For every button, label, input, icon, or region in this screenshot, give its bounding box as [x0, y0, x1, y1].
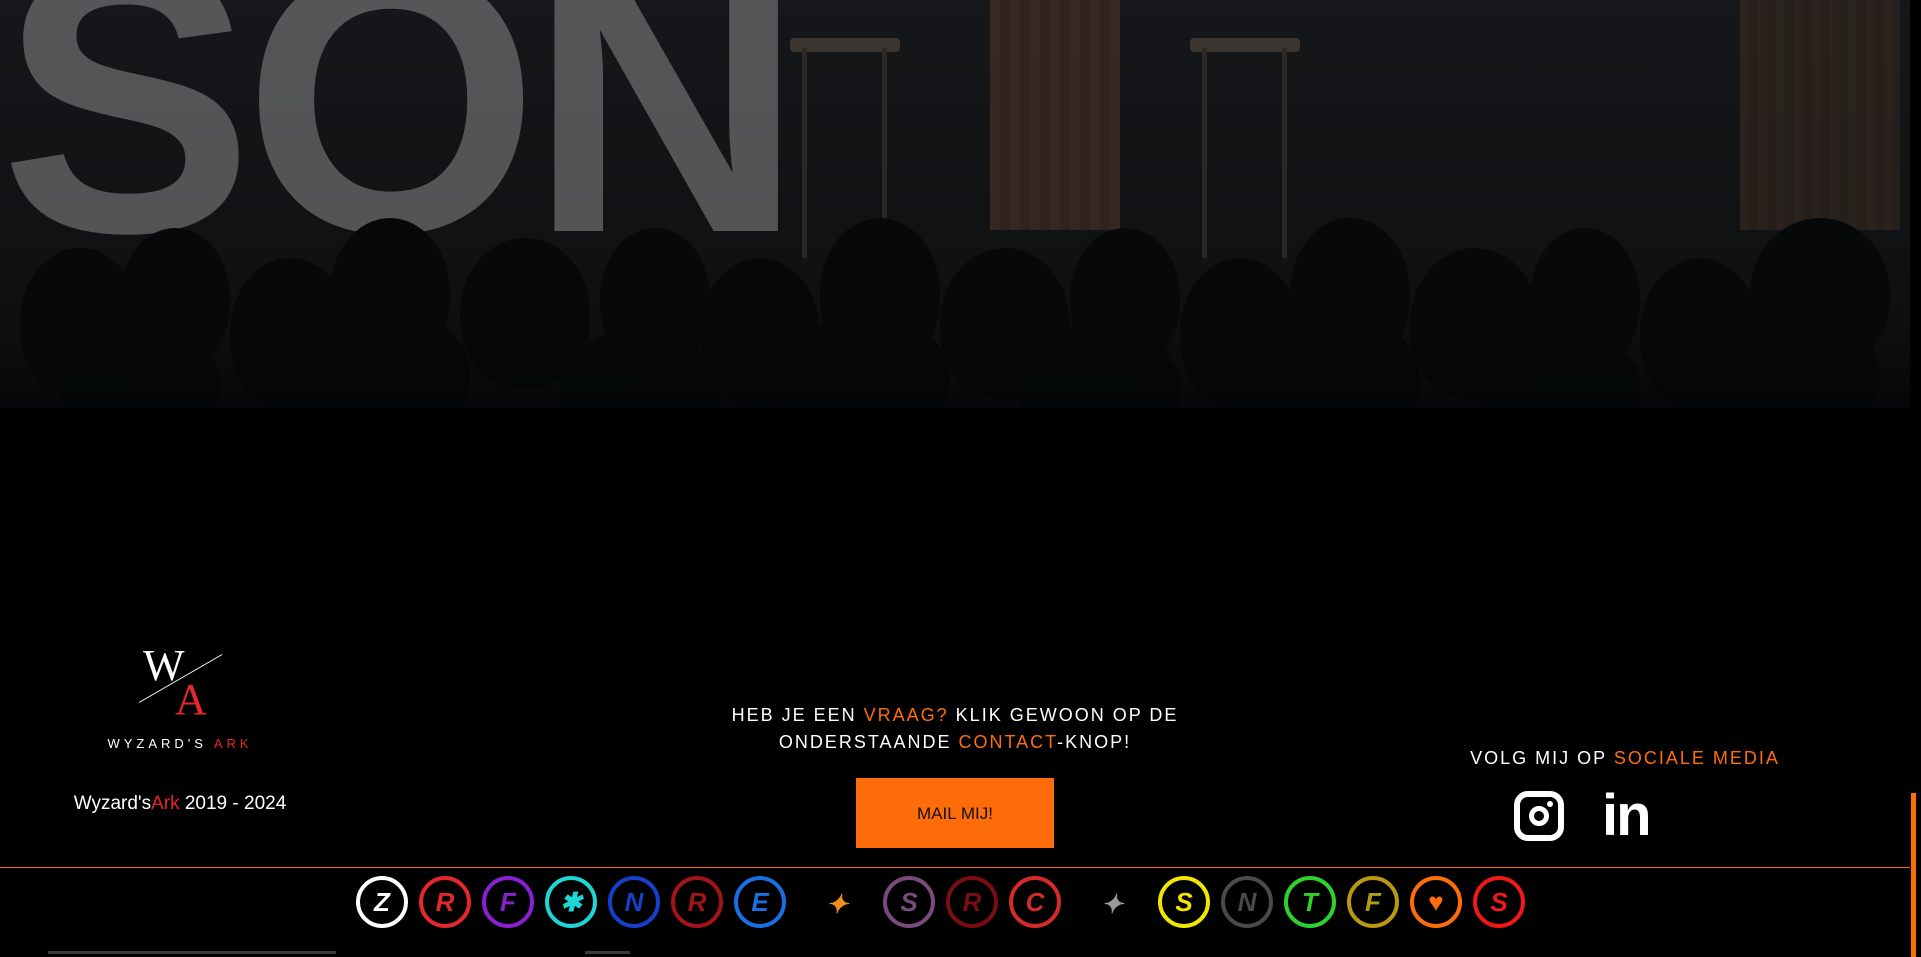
social-title-accent: SOCIALE MEDIA [1613, 748, 1780, 768]
logo-wordmark-white: WYZARD'S [107, 736, 207, 751]
green-badge-icon[interactable]: T [1284, 876, 1336, 928]
footer-divider [0, 867, 1910, 868]
logo-wordmark: WYZARD'S ARK [60, 736, 300, 751]
purple-s-badge-icon[interactable]: S [883, 876, 935, 928]
footer-brand: W A WYZARD'S ARK Wyzard'sArk 2019 - 2024 [60, 640, 300, 815]
cyan-badge-icon[interactable]: ✱ [545, 876, 597, 928]
copyright-years: 2019 - 2024 [184, 793, 287, 814]
yellow-badge-icon[interactable]: S [1158, 876, 1210, 928]
copyright-text: Wyzard'sArk 2019 - 2024 [60, 793, 300, 815]
contact-cta: HEB JE EEN VRAAG? KLIK GEWOON OP DE ONDE… [700, 702, 1210, 848]
dark-r-badge-icon[interactable]: R [946, 876, 998, 928]
logo-letter-a: A [175, 675, 207, 724]
social-title: VOLG MIJ OP SOCIALE MEDIA [1470, 748, 1780, 768]
gold-badge-icon[interactable]: F [1347, 876, 1399, 928]
scrollbar-thumb[interactable] [1911, 793, 1916, 957]
orange-wing-badge-icon[interactable]: ✦ [797, 880, 877, 928]
copyright-brand-red: Ark [151, 793, 180, 814]
grey-n-badge-icon[interactable]: N [1221, 876, 1273, 928]
hero-photo: SON [0, 0, 1910, 408]
cta-accent-contact: CONTACT [958, 732, 1058, 752]
mail-me-button[interactable]: MAIL MIJ! [856, 778, 1054, 848]
social-media-section: VOLG MIJ OP SOCIALE MEDIA in [1430, 748, 1820, 851]
copyright-brand: Wyzard's [73, 793, 152, 814]
red-badge-icon[interactable]: R [419, 876, 471, 928]
instagram-icon[interactable] [1514, 791, 1564, 841]
linkedin-icon[interactable]: in [1602, 787, 1652, 845]
red-c-badge-icon[interactable]: C [1009, 876, 1061, 928]
white-badge-icon[interactable]: Z [356, 876, 408, 928]
logo-wordmark-red: ARK [213, 736, 253, 751]
purple-badge-icon[interactable]: F [482, 876, 534, 928]
cta-accent-question: VRAAG? [863, 705, 949, 725]
wyzards-ark-logo[interactable]: W A [135, 640, 225, 724]
horizontal-scrollbar[interactable] [48, 951, 336, 954]
red-s-badge-icon[interactable]: S [1473, 876, 1525, 928]
darkred-badge-icon[interactable]: R [671, 876, 723, 928]
blue-badge-icon[interactable]: N [608, 876, 660, 928]
blue-e-badge-icon[interactable]: E [734, 876, 786, 928]
silver-wing-badge-icon[interactable]: ✦ [1072, 880, 1152, 928]
cta-text: HEB JE EEN VRAAG? KLIK GEWOON OP DE ONDE… [731, 705, 1179, 752]
orange-heart-badge-icon[interactable]: ♥ [1410, 876, 1462, 928]
